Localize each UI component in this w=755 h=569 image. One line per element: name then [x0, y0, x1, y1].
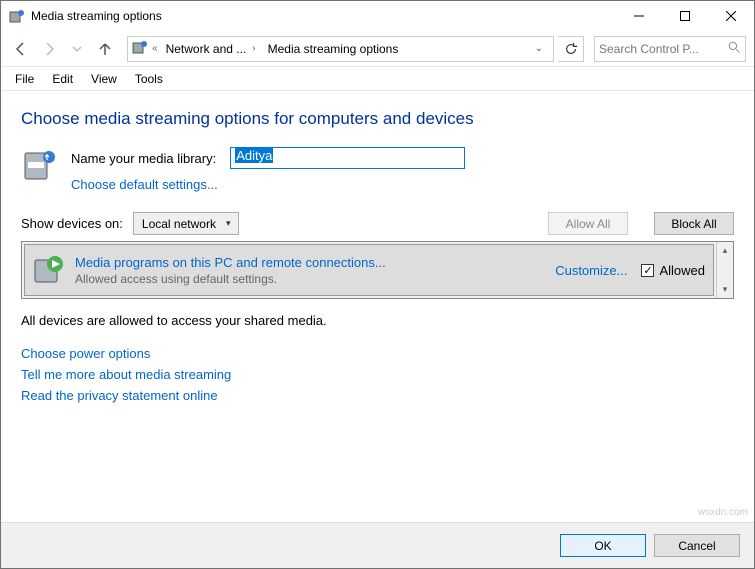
menu-bar: File Edit View Tools: [1, 67, 754, 91]
status-text: All devices are allowed to access your s…: [21, 313, 734, 328]
minimize-button[interactable]: [616, 1, 662, 31]
window-controls: [616, 1, 754, 31]
show-devices-combo[interactable]: Local network ▾: [133, 212, 240, 235]
search-placeholder: Search Control P...: [599, 42, 724, 56]
library-name-label: Name your media library:: [71, 151, 216, 166]
chevron-right-icon: ›: [252, 43, 255, 54]
address-history-dropdown[interactable]: ⌄: [529, 43, 549, 54]
back-button[interactable]: [9, 37, 33, 61]
learn-more-link[interactable]: Tell me more about media streaming: [21, 367, 734, 382]
close-button[interactable]: [708, 1, 754, 31]
maximize-button[interactable]: [662, 1, 708, 31]
watermark: wsxdn.com: [698, 507, 748, 518]
privacy-link[interactable]: Read the privacy statement online: [21, 388, 734, 403]
choose-defaults-link[interactable]: Choose default settings...: [71, 177, 465, 192]
show-devices-label: Show devices on:: [21, 216, 123, 231]
menu-tools[interactable]: Tools: [127, 70, 171, 88]
up-button[interactable]: [93, 37, 117, 61]
allowed-label: Allowed: [659, 263, 705, 278]
title-bar: Media streaming options: [1, 1, 754, 31]
window-title: Media streaming options: [31, 9, 616, 23]
device-icon: [33, 254, 65, 286]
page-title: Choose media streaming options for compu…: [21, 109, 734, 129]
scrollbar[interactable]: ▴ ▾: [716, 242, 733, 298]
menu-file[interactable]: File: [7, 70, 42, 88]
search-icon: [728, 41, 741, 57]
breadcrumb-item-current[interactable]: Media streaming options: [264, 42, 403, 56]
scroll-up-button[interactable]: ▴: [717, 242, 733, 259]
search-input[interactable]: Search Control P...: [594, 36, 746, 62]
library-row: Name your media library: Aditya Choose d…: [21, 147, 734, 192]
chevron-down-icon: ▾: [226, 218, 231, 229]
address-bar[interactable]: « Network and ...› Media streaming optio…: [127, 36, 554, 62]
device-row[interactable]: Media programs on this PC and remote con…: [24, 244, 714, 296]
dialog-footer: OK Cancel: [1, 522, 754, 568]
menu-edit[interactable]: Edit: [44, 70, 81, 88]
power-options-link[interactable]: Choose power options: [21, 346, 734, 361]
ok-button[interactable]: OK: [560, 534, 646, 557]
device-title: Media programs on this PC and remote con…: [75, 255, 545, 270]
address-icon: [132, 39, 148, 58]
scroll-down-button[interactable]: ▾: [717, 281, 733, 298]
forward-button[interactable]: [37, 37, 61, 61]
menu-view[interactable]: View: [83, 70, 125, 88]
app-icon: [9, 8, 25, 24]
device-subtitle: Allowed access using default settings.: [75, 272, 545, 286]
check-icon: ✓: [641, 264, 654, 277]
customize-link[interactable]: Customize...: [555, 263, 627, 278]
show-devices-value: Local network: [142, 217, 216, 231]
library-name-input[interactable]: Aditya: [230, 147, 465, 169]
nav-toolbar: « Network and ...› Media streaming optio…: [1, 31, 754, 67]
recent-dropdown[interactable]: [65, 37, 89, 61]
cancel-button[interactable]: Cancel: [654, 534, 740, 557]
block-all-button[interactable]: Block All: [654, 212, 734, 235]
refresh-button[interactable]: [558, 36, 584, 62]
device-list: Media programs on this PC and remote con…: [21, 241, 734, 299]
show-devices-row: Show devices on: Local network ▾ Allow A…: [21, 212, 734, 235]
links-column: Choose power options Tell me more about …: [21, 346, 734, 403]
breadcrumb-item-network[interactable]: Network and ...›: [162, 42, 260, 56]
breadcrumb-root-chevron[interactable]: «: [152, 43, 158, 54]
allow-all-button[interactable]: Allow All: [548, 212, 628, 235]
content-area: Choose media streaming options for compu…: [1, 91, 754, 411]
allowed-checkbox[interactable]: ✓ Allowed: [641, 263, 705, 278]
library-icon: [21, 147, 57, 183]
